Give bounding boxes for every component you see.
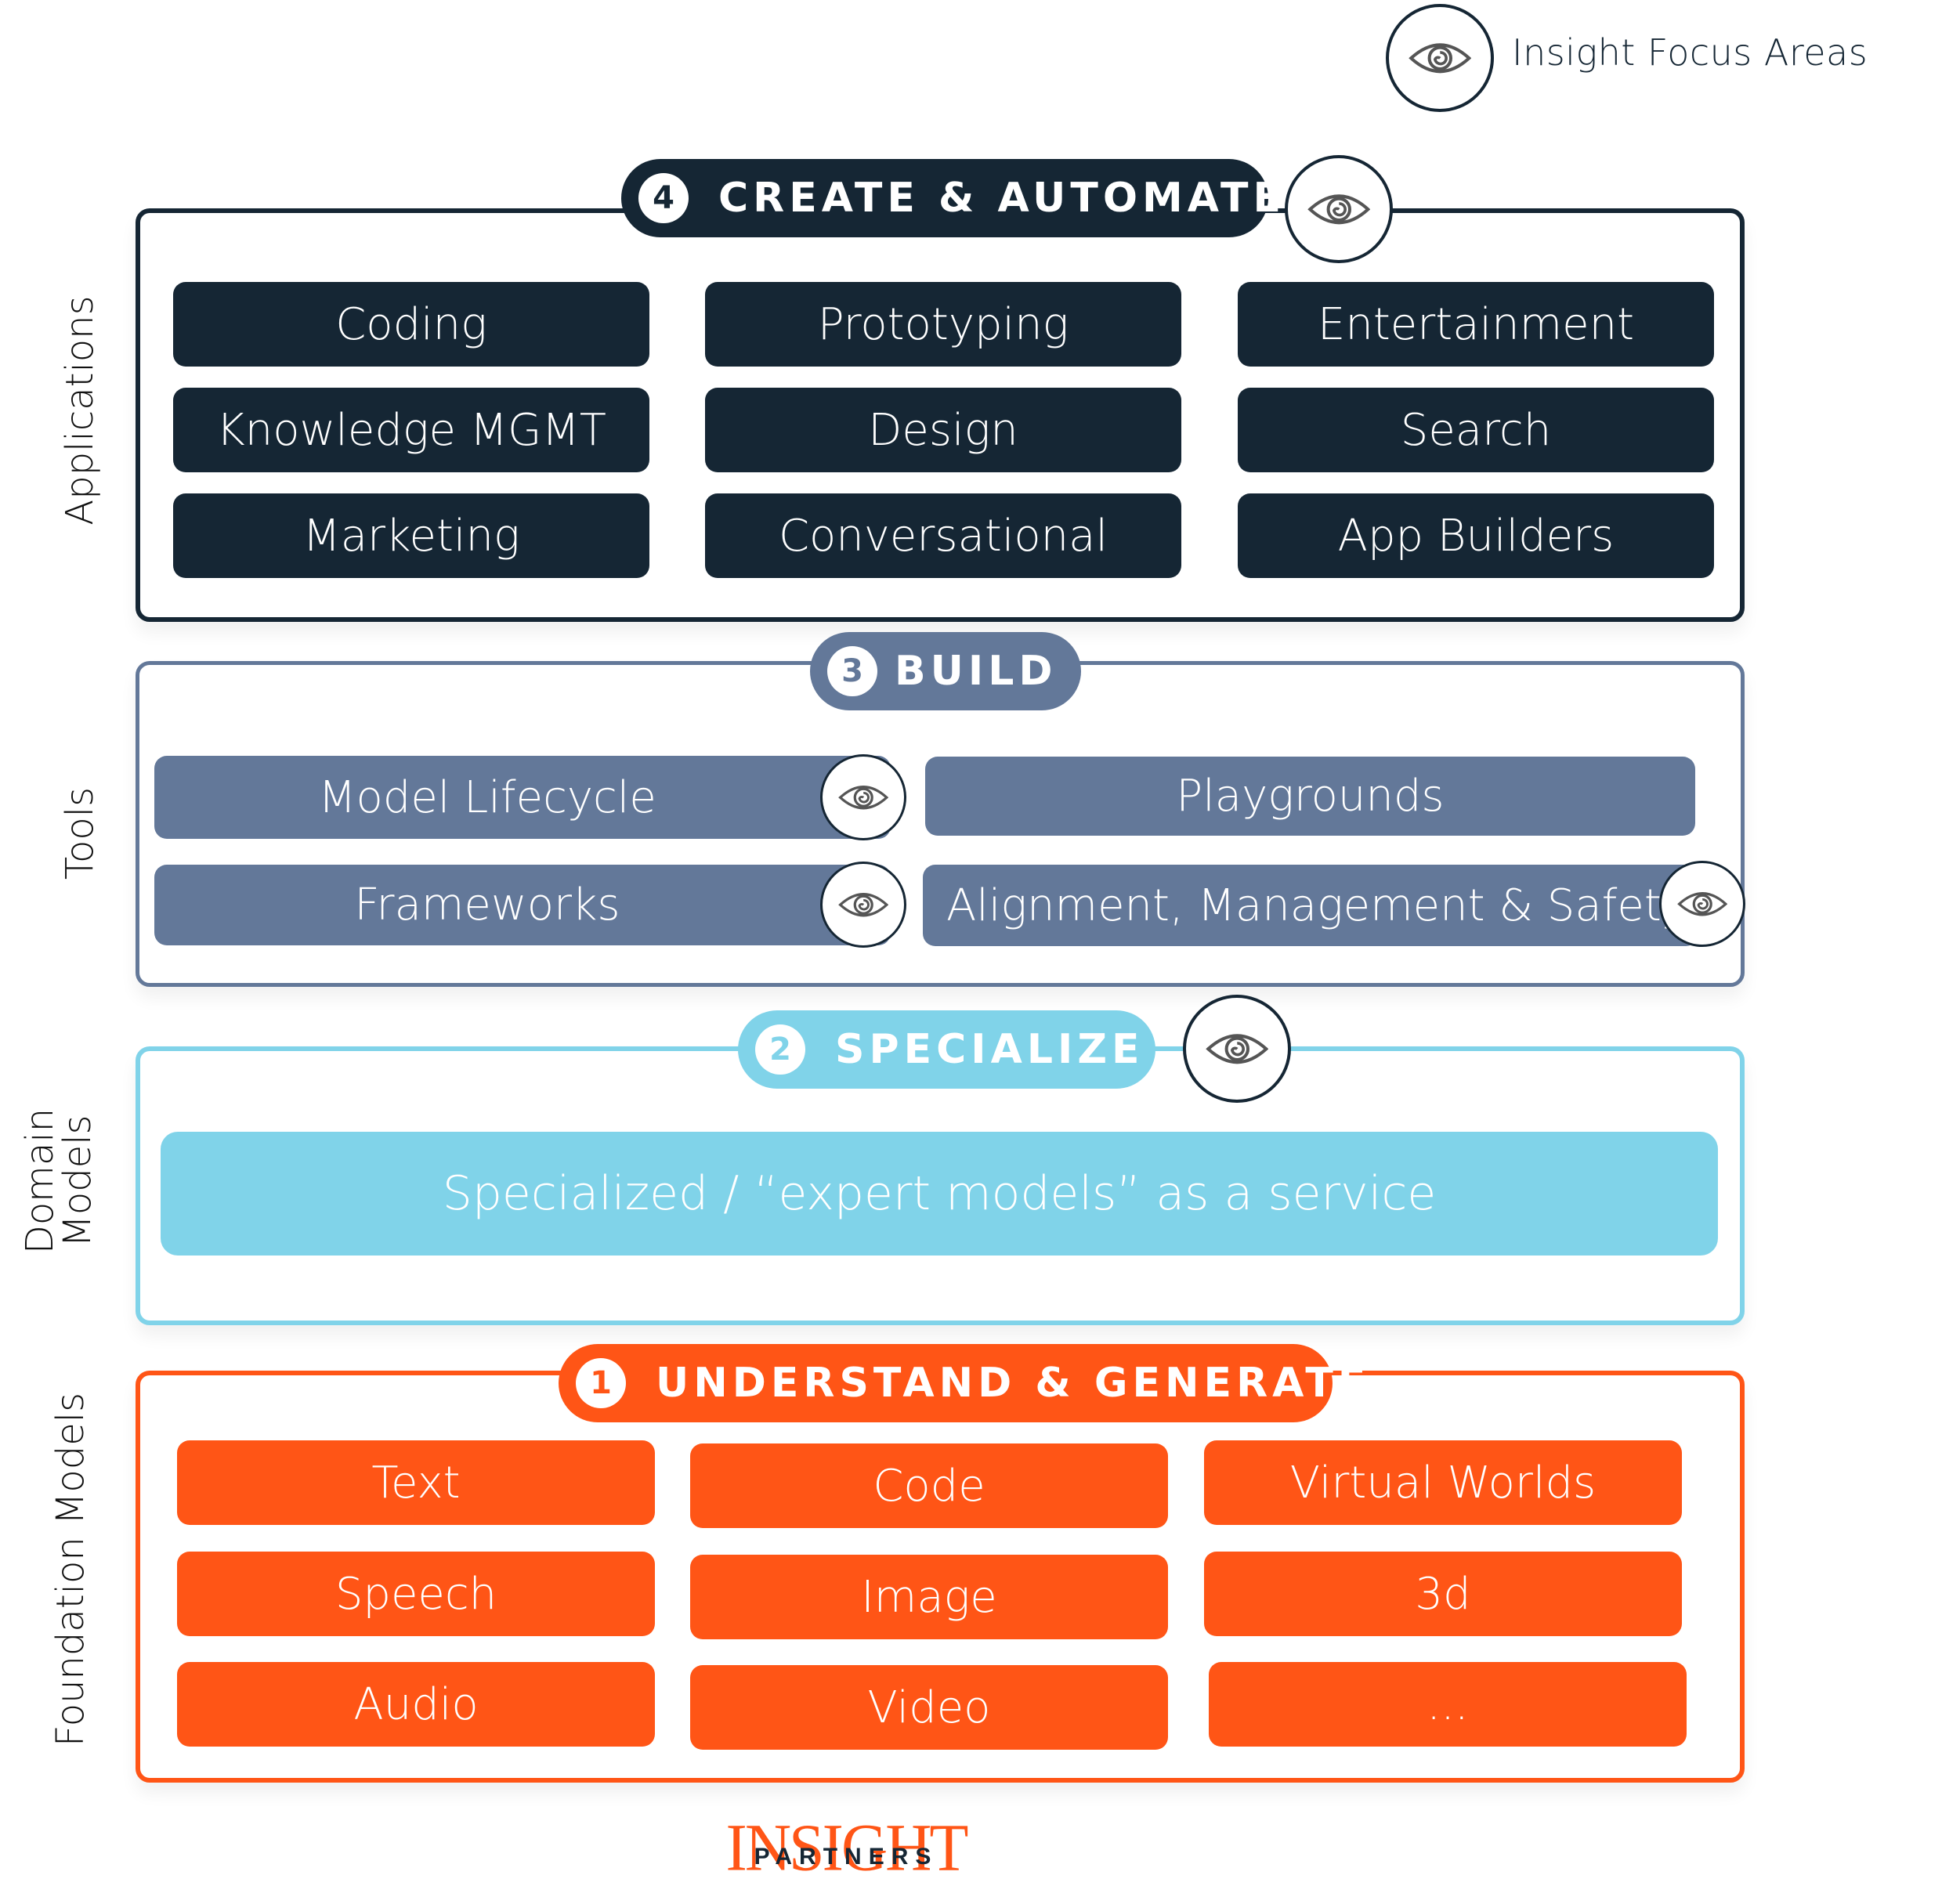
tile-label: Knowledge MGMT [216, 404, 606, 456]
foundation-models-tile[interactable]: Image [690, 1555, 1168, 1639]
create-automate-eye-icon [1285, 155, 1393, 263]
specialize-eye-icon [1183, 995, 1291, 1103]
tile-label: Specialized / “expert models” as a servi… [442, 1166, 1437, 1221]
tile-label: Text [371, 1457, 461, 1508]
tile-label: Search [1400, 404, 1552, 456]
tile-label: Frameworks [354, 880, 620, 930]
tile-label: Marketing [302, 510, 520, 562]
tile-label: Prototyping [817, 298, 1069, 350]
build-header: 3 BUILD [810, 632, 1081, 710]
foundation-models-side-label: Foundation Models [49, 1392, 92, 1747]
applications-tile[interactable]: App Builders [1238, 493, 1714, 578]
tile-label: App Builders [1337, 510, 1615, 562]
tools-tile-alignment-management-safety[interactable]: Alignment, Management & Safety [923, 865, 1698, 946]
tools-side-label: Tools [58, 786, 102, 880]
model-lifecycle-eye-icon [820, 754, 906, 840]
applications-tile[interactable]: Prototyping [705, 282, 1181, 367]
domain-tile-expert-models[interactable]: Specialized / “expert models” as a servi… [161, 1132, 1718, 1256]
understand-generate-header: 1 UNDERSTAND & GENERATE [559, 1344, 1365, 1422]
applications-tile[interactable]: Coding [173, 282, 649, 367]
legend-eye-icon [1386, 4, 1494, 112]
tile-label: Entertainment [1317, 298, 1635, 350]
foundation-models-tile[interactable]: Virtual Worlds [1204, 1440, 1682, 1525]
foundation-models-tile[interactable]: ... [1209, 1662, 1687, 1747]
create-automate-title: CREATE & AUTOMATE [718, 175, 1286, 222]
applications-tile[interactable]: Knowledge MGMT [173, 388, 649, 472]
applications-tile[interactable]: Search [1238, 388, 1714, 472]
step-number-2: 2 [755, 1024, 805, 1075]
foundation-models-tile[interactable]: Speech [177, 1552, 655, 1636]
build-title: BUILD [895, 648, 1058, 695]
tile-label: Conversational [778, 510, 1108, 562]
tile-label: Alignment, Management & Safety [946, 880, 1687, 931]
tile-label: Playgrounds [1176, 771, 1445, 822]
tools-tile-playgrounds[interactable]: Playgrounds [925, 757, 1695, 836]
applications-tile[interactable]: Entertainment [1238, 282, 1714, 367]
foundation-models-tile[interactable]: Audio [177, 1662, 655, 1747]
applications-tile[interactable]: Design [705, 388, 1181, 472]
tile-label: Speech [335, 1568, 497, 1620]
tile-label: Image [861, 1571, 997, 1623]
applications-side-label: Applications [58, 295, 102, 526]
create-automate-header: 4 CREATE & AUTOMATE [621, 159, 1281, 237]
foundation-models-tile[interactable]: Code [690, 1443, 1168, 1528]
specialize-header: 2 SPECIALIZE [738, 1010, 1155, 1089]
legend-label: Insight Focus Areas [1512, 31, 1868, 74]
step-number-1: 1 [576, 1358, 626, 1408]
tile-label: Code [873, 1460, 985, 1512]
specialize-title: SPECIALIZE [835, 1026, 1145, 1073]
step-number-3: 3 [827, 646, 877, 696]
side-label-line1: Domain [18, 1107, 62, 1255]
frameworks-eye-icon [820, 862, 906, 948]
foundation-models-tile[interactable]: Text [177, 1440, 655, 1525]
tile-label: Audio [353, 1678, 479, 1730]
tools-tile-frameworks[interactable]: Frameworks [154, 865, 891, 945]
tile-label: Design [868, 404, 1018, 456]
tile-label: Coding [335, 298, 487, 350]
tile-label: 3d [1415, 1568, 1471, 1620]
tools-tile-model-lifecycle[interactable]: Model Lifecycle [154, 756, 891, 839]
tile-label: ... [1427, 1678, 1469, 1730]
applications-tile[interactable]: Conversational [705, 493, 1181, 578]
tile-label: Video [867, 1682, 991, 1733]
side-label-line2: Models [56, 1115, 99, 1248]
domain-models-side-label: Domain Models [18, 1103, 99, 1259]
applications-tile[interactable]: Marketing [173, 493, 649, 578]
foundation-models-tile[interactable]: 3d [1204, 1552, 1682, 1636]
tile-label: Model Lifecycle [318, 771, 656, 823]
understand-generate-title: UNDERSTAND & GENERATE [656, 1360, 1371, 1407]
alignment-eye-icon [1659, 861, 1745, 947]
partners-logo-text: PARTNERS [754, 1844, 938, 1870]
step-number-4: 4 [638, 173, 689, 223]
foundation-models-tile[interactable]: Video [690, 1665, 1168, 1750]
tile-label: Virtual Worlds [1289, 1457, 1597, 1508]
